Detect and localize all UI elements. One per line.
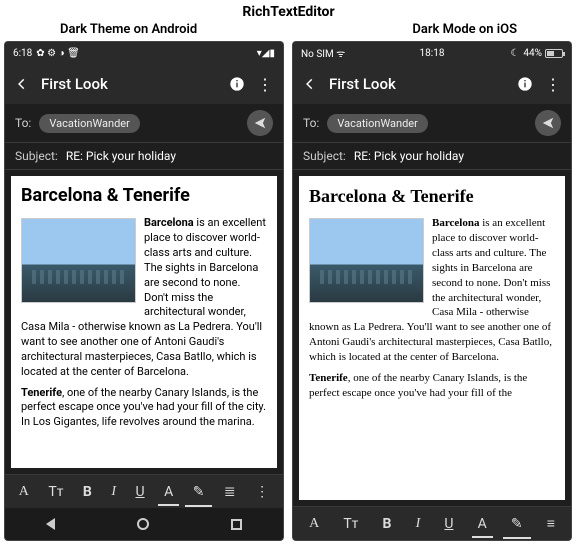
battery-indicator: 44%	[523, 48, 563, 59]
italic-button[interactable]: I	[410, 512, 427, 536]
to-row: To: VacationWander	[5, 104, 283, 143]
info-icon[interactable]	[229, 76, 245, 92]
android-phone: 6:18 ✿ ⚙ ◑ 🗑 ▾◢▮ First Look ⋮ To: Vacati…	[4, 41, 284, 541]
font-size-button[interactable]: Tт	[337, 512, 364, 536]
editor-area: Barcelona & Tenerife Barcelona is an exc…	[293, 170, 571, 506]
subject-label: Subject:	[303, 149, 346, 163]
moon-icon: ☾	[510, 48, 519, 59]
doc-body: Barcelona is an excellent place to disco…	[309, 216, 555, 400]
page-title: First Look	[329, 75, 505, 93]
inline-image	[21, 218, 136, 303]
android-label: Dark Theme on Android	[60, 22, 197, 37]
editor-toolbar: A Tт B I U A ✎ ≡	[293, 506, 571, 540]
subject-value[interactable]: RE: Pick your holiday	[354, 149, 464, 163]
font-family-button[interactable]: A	[13, 480, 35, 504]
status-time: 6:18	[13, 48, 32, 59]
nav-recent-icon[interactable]	[231, 519, 242, 530]
back-icon[interactable]	[303, 77, 317, 91]
editor-area: Barcelona & Tenerife Barcelona is an exc…	[5, 170, 283, 474]
overflow-icon[interactable]: ⋮	[545, 75, 561, 94]
editor-toolbar: A Tт B I U A ✎ ≣ ⋮	[5, 474, 283, 508]
to-label: To:	[303, 116, 319, 130]
status-carrier: No SIM ᯤ	[301, 46, 345, 60]
inline-image	[309, 218, 424, 303]
overflow-icon[interactable]: ⋮	[257, 75, 273, 94]
status-icons-left: ✿ ⚙ ◑ 🗑	[36, 48, 80, 59]
nav-back-icon[interactable]	[46, 518, 55, 530]
subject-row: Subject: RE: Pick your holiday	[5, 143, 283, 170]
list-button[interactable]: ≣	[218, 480, 242, 504]
subject-value[interactable]: RE: Pick your holiday	[66, 149, 176, 163]
highlight-button[interactable]: ✎	[505, 512, 529, 536]
underline-button[interactable]: U	[438, 512, 459, 536]
rich-text-editor[interactable]: Barcelona & Tenerife Barcelona is an exc…	[299, 176, 565, 500]
toolbar-more-button[interactable]: ⋮	[249, 480, 275, 504]
font-color-button[interactable]: A	[158, 480, 179, 504]
highlight-button[interactable]: ✎	[187, 480, 211, 504]
status-icons-right: ▾◢▮	[257, 48, 275, 59]
p1-bold: Barcelona	[432, 217, 479, 229]
back-icon[interactable]	[15, 77, 29, 91]
align-button[interactable]: ≡	[541, 511, 561, 536]
underline-button[interactable]: U	[130, 480, 151, 504]
p2-bold: Tenerife	[309, 372, 348, 384]
italic-button[interactable]: I	[105, 480, 122, 504]
nav-home-icon[interactable]	[137, 518, 149, 530]
ios-phone: No SIM ᯤ 18:18 ☾ 44% First Look ⋮ To: Va…	[292, 41, 572, 541]
recipient-chip[interactable]: VacationWander	[327, 114, 428, 133]
subject-row: Subject: RE: Pick your holiday	[293, 143, 571, 170]
app-bar: First Look ⋮	[5, 64, 283, 104]
app-bar: First Look ⋮	[293, 64, 571, 104]
to-label: To:	[15, 116, 31, 130]
ios-label: Dark Mode on iOS	[412, 22, 517, 37]
rich-text-editor[interactable]: Barcelona & Tenerife Barcelona is an exc…	[11, 176, 277, 468]
ios-status-bar: No SIM ᯤ 18:18 ☾ 44%	[293, 42, 571, 64]
sub-labels: Dark Theme on Android Dark Mode on iOS	[0, 22, 577, 41]
font-color-button[interactable]: A	[472, 512, 493, 536]
bold-button[interactable]: B	[77, 480, 98, 504]
bold-button[interactable]: B	[377, 512, 398, 536]
font-size-button[interactable]: Tт	[42, 480, 69, 504]
doc-heading: Barcelona & Tenerife	[21, 184, 267, 208]
p2-bold: Tenerife	[21, 386, 62, 399]
android-nav-bar	[5, 508, 283, 540]
doc-heading: Barcelona & Tenerife	[309, 184, 555, 208]
font-family-button[interactable]: A	[303, 512, 325, 536]
status-time: 18:18	[420, 48, 445, 59]
subject-label: Subject:	[15, 149, 58, 163]
android-status-bar: 6:18 ✿ ⚙ ◑ 🗑 ▾◢▮	[5, 42, 283, 64]
p1-bold: Barcelona	[144, 216, 194, 229]
send-button[interactable]	[535, 110, 561, 136]
recipient-chip[interactable]: VacationWander	[39, 114, 140, 133]
page-title: First Look	[41, 75, 217, 93]
info-icon[interactable]	[517, 76, 533, 92]
doc-body: Barcelona is an excellent place to disco…	[21, 216, 267, 430]
to-row: To: VacationWander	[293, 104, 571, 143]
battery-percent: 44%	[523, 48, 542, 59]
main-title: RichTextEditor	[0, 0, 577, 22]
send-button[interactable]	[247, 110, 273, 136]
